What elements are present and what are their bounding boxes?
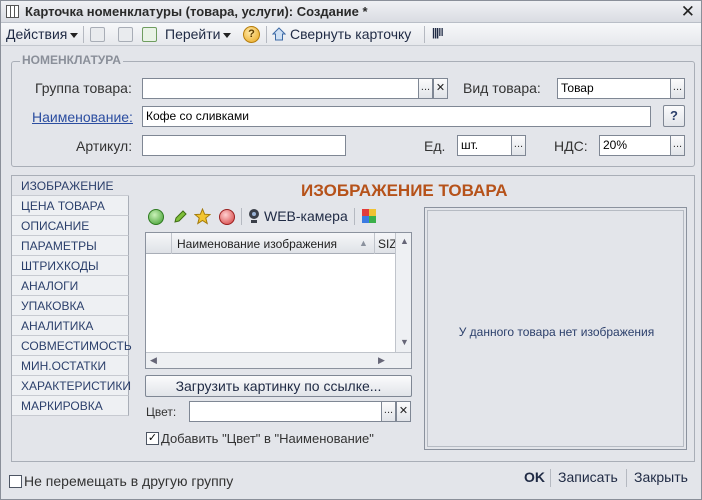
image-toolbar-separator [354, 208, 355, 225]
footer-separator [550, 469, 551, 487]
tab-parameters[interactable]: ПАРАМЕТРЫ [12, 236, 129, 256]
toolbar: Действия Перейти ? Свернуть карточку |||… [1, 23, 701, 46]
no-move-checkbox[interactable] [9, 475, 22, 488]
sort-icon[interactable]: ▲ [359, 238, 368, 248]
toolbar-separator [424, 26, 425, 43]
toolbar-separator [266, 26, 267, 43]
collapse-icon[interactable] [272, 27, 286, 41]
group-field[interactable] [142, 78, 419, 99]
tab-analogs[interactable]: АНАЛОГИ [12, 276, 129, 296]
palette-icon[interactable] [361, 208, 377, 224]
tab-barcodes[interactable]: ШТРИХКОДЫ [12, 256, 129, 276]
tab-min-stock[interactable]: МИН.ОСТАТКИ [12, 356, 129, 376]
image-preview-frame: У данного товара нет изображения [427, 210, 684, 447]
collapse-card-button[interactable]: Свернуть карточку [290, 26, 411, 43]
tab-description[interactable]: ОПИСАНИЕ [12, 216, 129, 236]
load-image-by-link-button[interactable]: Загрузить картинку по ссылке... [145, 375, 412, 397]
color-field[interactable] [189, 401, 382, 422]
table-header: Наименование изображения ▲ SIZ [146, 233, 411, 254]
tab-image[interactable]: ИЗОБРАЖЕНИЕ [12, 176, 129, 196]
window-title: Карточка номенклатуры (товара, услуги): … [25, 4, 368, 19]
unit-select-button[interactable]: ... [511, 135, 526, 156]
vat-select-button[interactable]: ... [670, 135, 685, 156]
image-toolbar-separator [241, 208, 242, 225]
image-section-title: ИЗОБРАЖЕНИЕ ТОВАРА [301, 181, 508, 200]
tab-marking[interactable]: МАРКИРОВКА [12, 396, 129, 416]
group-select-button[interactable]: ... [418, 78, 433, 99]
unit-label: Ед. [424, 138, 446, 154]
horizontal-scrollbar[interactable]: ◀ ▶ [146, 352, 411, 368]
group-label: Группа товара: [35, 80, 132, 96]
goto-menu[interactable]: Перейти [165, 26, 232, 43]
color-label: Цвет: [146, 405, 177, 419]
copy-icon[interactable] [118, 27, 133, 42]
help-icon[interactable]: ? [243, 26, 260, 43]
column-size[interactable]: SIZ [378, 237, 397, 251]
article-label: Артикул: [76, 138, 133, 154]
webcam-button[interactable]: WEB-камера [264, 208, 348, 225]
vat-label: НДС: [554, 138, 588, 154]
actions-menu[interactable]: Действия [6, 26, 79, 43]
row-marker-column [146, 233, 172, 254]
tab-compatibility[interactable]: СОВМЕСТИМОСТЬ [12, 336, 132, 356]
tab-price[interactable]: ЦЕНА ТОВАРА [12, 196, 129, 216]
add-color-checkbox[interactable]: ✓ [146, 432, 159, 445]
tab-list: ИЗОБРАЖЕНИЕ ЦЕНА ТОВАРА ОПИСАНИЕ ПАРАМЕТ… [12, 176, 132, 416]
webcam-icon[interactable] [247, 208, 261, 225]
tab-characteristics[interactable]: ХАРАКТЕРИСТИКИ [12, 376, 131, 396]
color-clear-button[interactable]: ✕ [396, 401, 411, 422]
form-icon [6, 5, 19, 18]
scroll-right-icon[interactable]: ▶ [378, 355, 385, 366]
add-image-icon[interactable] [148, 209, 164, 225]
title-bar: Карточка номенклатуры (товара, услуги): … [1, 1, 701, 23]
vertical-scrollbar[interactable]: ▲ ▼ [395, 233, 411, 353]
edit-icon[interactable] [172, 209, 188, 225]
tab-packaging[interactable]: УПАКОВКА [12, 296, 129, 316]
barcode-icon[interactable]: |||‖ [432, 27, 444, 44]
scroll-left-icon[interactable]: ◀ [150, 355, 157, 366]
group-clear-button[interactable]: ✕ [433, 78, 448, 99]
save-button[interactable]: Записать [558, 469, 618, 485]
delete-image-icon[interactable] [219, 209, 235, 225]
type-label: Вид товара: [463, 80, 541, 96]
print-icon[interactable] [90, 27, 105, 42]
name-help-button[interactable]: ? [663, 105, 685, 127]
window: Карточка номенклатуры (товара, услуги): … [0, 0, 702, 500]
unit-field[interactable]: шт. [457, 135, 512, 156]
vat-field[interactable]: 20% [599, 135, 671, 156]
tab-analytics[interactable]: АНАЛИТИКА [12, 316, 129, 336]
image-preview: У данного товара нет изображения [424, 207, 687, 450]
image-table[interactable]: Наименование изображения ▲ SIZ ▲ ▼ ◀ ▶ [145, 232, 412, 369]
scroll-up-icon[interactable]: ▲ [400, 236, 409, 246]
type-field[interactable]: Товар [557, 78, 671, 99]
close-window-button[interactable]: ✕ [681, 2, 695, 22]
no-image-text: У данного товара нет изображения [458, 325, 655, 339]
type-select-button[interactable]: ... [670, 78, 685, 99]
name-label[interactable]: Наименование: [32, 109, 133, 125]
toolbar-separator [83, 26, 84, 43]
close-button[interactable]: Закрыть [634, 469, 688, 485]
color-select-button[interactable]: ... [381, 401, 396, 422]
name-field[interactable]: Кофе со сливками [142, 106, 651, 127]
column-image-name[interactable]: Наименование изображения [177, 237, 337, 251]
article-field[interactable] [142, 135, 346, 156]
refresh-icon[interactable] [142, 27, 157, 42]
no-move-label: Не перемещать в другую группу [24, 473, 234, 489]
column-divider [374, 233, 375, 254]
add-color-label: Добавить "Цвет" в "Наименование" [161, 431, 374, 446]
set-main-image-icon[interactable] [194, 208, 211, 225]
scroll-down-icon[interactable]: ▼ [400, 337, 409, 347]
ok-button[interactable]: OK [524, 469, 545, 485]
group-title: НОМЕНКЛАТУРА [20, 53, 123, 67]
footer-separator [626, 469, 627, 487]
